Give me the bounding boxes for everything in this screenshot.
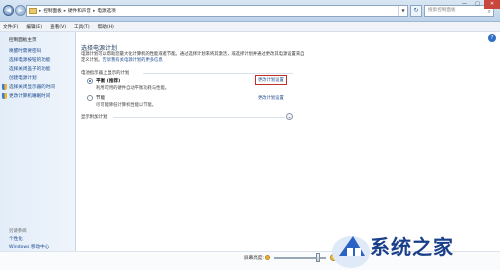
refresh-icon[interactable]: ↻ — [410, 5, 422, 17]
plan-powersaver-radio[interactable] — [87, 95, 93, 101]
divider — [113, 117, 285, 118]
maximize-button[interactable]: □ — [471, 0, 484, 9]
breadcrumb-power-options[interactable]: 电源选项 — [97, 8, 115, 14]
back-button[interactable]: ◀ — [3, 5, 14, 16]
page-title: 选择电源计划 — [81, 45, 118, 52]
forward-button[interactable]: ▶ — [15, 5, 26, 16]
address-dropdown-icon[interactable]: ▼ — [398, 6, 407, 16]
watermark-text: 系统之家 — [370, 235, 454, 259]
plan-powersaver-settings-link[interactable]: 更改计划设置 — [258, 95, 284, 101]
title-bar: ◀ ▶ ▸ 控制面板 ▸ 硬件和声音 ▸ 电源选项 ▼ ↻ 搜索控制面板 ⌕ —… — [0, 0, 500, 22]
shield-icon — [2, 84, 7, 90]
see-also-title: 另请参阅 — [9, 229, 27, 234]
see-also-personalization[interactable]: 个性化 — [9, 236, 23, 242]
sidebar-home[interactable]: 控制面板主页 — [9, 37, 37, 43]
sidebar: 控制面板主页 唤醒时需要密码 选择电源按钮的功能 选择关闭盖子的功能 创建电源计… — [0, 32, 76, 270]
section-heading: 电池指示器上显示的计划 — [81, 71, 130, 76]
menu-file[interactable]: 文件(F) — [3, 24, 18, 30]
plan-balanced-desc: 利用可用的硬件自动平衡功耗与性能。 — [96, 86, 170, 91]
chevron-down-icon[interactable]: ⌄ — [286, 113, 293, 120]
breadcrumb-control-panel[interactable]: 控制面板 — [43, 8, 61, 14]
plan-balanced-settings-link[interactable]: 更改计划设置 — [255, 75, 287, 85]
sidebar-item-sleep-time[interactable]: 更改计算机睡眠时间 — [2, 93, 50, 99]
sidebar-item-wake-password[interactable]: 唤醒时需要密码 — [9, 48, 41, 54]
divider — [143, 73, 293, 74]
plan-balanced-radio[interactable] — [87, 78, 93, 84]
see-also-mobility-center[interactable]: Windows 移动中心 — [9, 244, 49, 250]
sidebar-item-lid-close[interactable]: 选择关闭盖子的功能 — [9, 66, 50, 72]
sidebar-item-power-button[interactable]: 选择电源按钮的功能 — [9, 57, 50, 63]
brightness-slider-thumb[interactable] — [316, 253, 321, 262]
plan-balanced-name[interactable]: 平衡 (推荐) — [96, 78, 120, 84]
menu-edit[interactable]: 编辑(E) — [26, 24, 42, 30]
close-button[interactable]: ✕ — [484, 0, 500, 9]
address-bar[interactable]: ▸ 控制面板 ▸ 硬件和声音 ▸ 电源选项 ▼ — [26, 5, 408, 17]
show-additional-plans[interactable]: 显示附加计划 — [81, 114, 107, 120]
plan-powersaver-name[interactable]: 节能 — [96, 95, 105, 101]
breadcrumb-hardware-sound[interactable]: 硬件和声音 — [68, 8, 91, 14]
sidebar-item-create-plan[interactable]: 创建电源计划 — [9, 75, 37, 81]
menu-help[interactable]: 帮助(H) — [98, 24, 114, 30]
menu-tools[interactable]: 工具(T) — [74, 24, 90, 30]
control-panel-icon — [29, 8, 37, 14]
page-description: 电源计划可以帮助您最大化计算机的性能或者节能。通过选择计划来将其激活，或选择计划… — [81, 52, 305, 63]
learn-more-link[interactable]: 告诉我有关电源计划的更多信息 — [102, 58, 162, 63]
brightness-label: 屏幕亮度: — [244, 256, 264, 261]
shield-icon — [2, 93, 7, 99]
sidebar-item-display-off[interactable]: 选择关闭显示器的时间 — [2, 84, 55, 90]
menu-view[interactable]: 查看(V) — [50, 24, 66, 30]
minimize-button[interactable]: — — [458, 0, 471, 9]
plan-powersaver-desc: 尽可能降低计算机性能以节能。 — [96, 103, 157, 108]
help-icon[interactable]: ? — [488, 34, 496, 42]
brightness-low-icon — [265, 255, 270, 260]
menu-bar: 文件(F) 编辑(E) 查看(V) 工具(T) 帮助(H) — [0, 22, 500, 32]
